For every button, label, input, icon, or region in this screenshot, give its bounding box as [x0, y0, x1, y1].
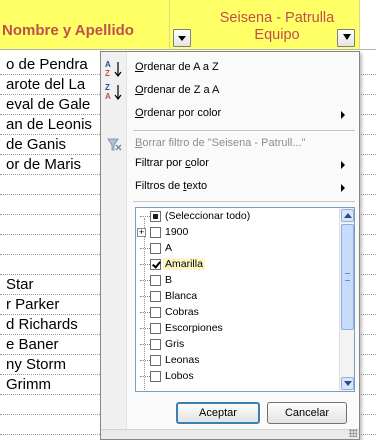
text-filters-label: Filtros de texto: [135, 180, 208, 192]
column-header-group[interactable]: Seisena - Patrulla Equipo: [170, 0, 360, 50]
list-item[interactable]: Blanca: [136, 288, 336, 305]
cell-name[interactable]: or de Maris: [6, 156, 100, 173]
tree-branch: [140, 264, 150, 265]
checkbox[interactable]: [150, 371, 161, 382]
checkbox[interactable]: [150, 275, 161, 286]
column-header-name[interactable]: Nombre y Apellido: [0, 0, 170, 50]
checkbox[interactable]: [150, 291, 161, 302]
list-item-label: A: [165, 242, 173, 254]
list-item-label: Gris: [165, 338, 185, 350]
chevron-right-icon: [341, 161, 345, 169]
cell-name[interactable]: an de Leonis: [6, 116, 100, 133]
list-item[interactable]: Lobos: [136, 368, 336, 385]
header-name-label: Nombre y Apellido: [2, 22, 134, 39]
cell-name[interactable]: de Ganis: [6, 136, 100, 153]
sort-color-label: Ordenar por color: [135, 107, 222, 119]
autofilter-menu: A Z Ordenar de A a Z Z A Ordenar de Z a …: [100, 51, 360, 440]
list-item-label: Amarilla: [163, 258, 205, 270]
clear-filter-icon: [104, 135, 124, 155]
column-header-next: [360, 0, 376, 50]
resize-grip-icon[interactable]: [349, 429, 357, 437]
expand-plus-icon[interactable]: +: [137, 228, 146, 237]
checkbox[interactable]: [150, 227, 161, 238]
clear-filter-label: Borrar filtro de "Seisena - Patrull...": [135, 137, 306, 149]
menu-item-sort-color[interactable]: Ordenar por color: [101, 104, 359, 126]
checkbox[interactable]: [150, 307, 161, 318]
tree-branch: [140, 360, 150, 361]
list-item-label: Blanca: [165, 290, 198, 302]
menu-item-text-filters[interactable]: Filtros de texto: [101, 177, 359, 199]
scroll-up-icon[interactable]: [341, 209, 354, 222]
checkbox[interactable]: [150, 339, 161, 350]
sort-za-label: Ordenar de Z a A: [135, 84, 220, 96]
accept-button[interactable]: Aceptar: [176, 402, 260, 424]
list-item-select-all[interactable]: (Seleccionar todo): [136, 208, 336, 225]
tree-branch: [140, 248, 150, 249]
tree-branch: [140, 216, 150, 217]
menu-item-sort-az[interactable]: A Z Ordenar de A a Z: [101, 58, 359, 80]
list-item-label: Lobos: [165, 370, 194, 382]
chevron-down-icon: [178, 36, 186, 41]
checkbox-partial[interactable]: [150, 211, 161, 222]
cell-name[interactable]: o de Pendra: [6, 56, 100, 73]
tree-branch: [140, 280, 150, 281]
list-item[interactable]: Amarilla: [136, 256, 336, 273]
cell-name[interactable]: e Baner: [6, 336, 100, 353]
list-item-label: Cobras: [165, 306, 199, 318]
list-item[interactable]: B: [136, 272, 336, 289]
name-filter-dropdown-button[interactable]: [173, 29, 191, 47]
list-item[interactable]: Escorpiones: [136, 320, 336, 337]
tree-branch: [140, 312, 150, 313]
sort-descending-icon: Z A: [104, 82, 124, 102]
tree-branch: [140, 328, 150, 329]
scroll-down-icon[interactable]: [341, 377, 354, 390]
cell-name[interactable]: d Richards: [6, 316, 100, 333]
cell-name[interactable]: Star: [6, 276, 100, 293]
cancel-button[interactable]: Cancelar: [267, 402, 347, 424]
cell-name[interactable]: eval de Gale: [6, 96, 100, 113]
svg-text:A: A: [105, 92, 111, 101]
menu-item-filter-color[interactable]: Filtrar por color: [101, 154, 359, 176]
menu-item-sort-za[interactable]: Z A Ordenar de Z a A: [101, 81, 359, 103]
sort-ascending-icon: A Z: [104, 59, 124, 79]
menu-separator: [133, 201, 355, 202]
menu-separator: [133, 130, 355, 131]
cell-name[interactable]: ny Storm: [6, 356, 100, 373]
chevron-right-icon: [341, 111, 345, 119]
scroll-thumb[interactable]: [341, 224, 354, 330]
list-item[interactable]: Cobras: [136, 304, 336, 321]
svg-text:Z: Z: [105, 83, 110, 92]
filter-color-label: Filtrar por color: [135, 157, 209, 169]
tree-branch: [140, 376, 150, 377]
tree-branch: [140, 344, 150, 345]
cell-name[interactable]: r Parker: [6, 296, 100, 313]
list-item[interactable]: A: [136, 240, 336, 257]
list-item[interactable]: Gris: [136, 336, 336, 353]
chevron-right-icon: [341, 184, 345, 192]
svg-text:A: A: [105, 60, 111, 69]
svg-text:Z: Z: [105, 69, 110, 78]
list-item-label: B: [165, 274, 173, 286]
list-item-label: 1900: [165, 226, 189, 238]
checkbox-checked[interactable]: [150, 259, 161, 270]
group-filter-dropdown-button[interactable]: [337, 29, 355, 47]
checkbox[interactable]: [150, 323, 161, 334]
chevron-down-icon: [343, 34, 351, 40]
filter-values-list[interactable]: (Seleccionar todo) + 1900 A Amarilla B B…: [135, 207, 355, 392]
list-item-label: Leonas: [165, 354, 200, 366]
list-scrollbar[interactable]: [339, 208, 354, 391]
menu-item-clear-filter[interactable]: Borrar filtro de "Seisena - Patrull...": [101, 134, 359, 156]
list-item-label: (Seleccionar todo): [165, 210, 251, 222]
checkbox[interactable]: [150, 355, 161, 366]
cell-name[interactable]: arote del La: [6, 76, 100, 93]
checkbox[interactable]: [150, 243, 161, 254]
list-item[interactable]: + 1900: [136, 224, 336, 241]
list-item-label: Escorpiones: [165, 322, 223, 334]
list-item[interactable]: Leonas: [136, 352, 336, 369]
menu-resize-strip: [101, 429, 359, 439]
tree-branch: [140, 296, 150, 297]
cell-name[interactable]: Grimm: [6, 376, 100, 393]
sort-az-label: Ordenar de A a Z: [135, 61, 219, 73]
